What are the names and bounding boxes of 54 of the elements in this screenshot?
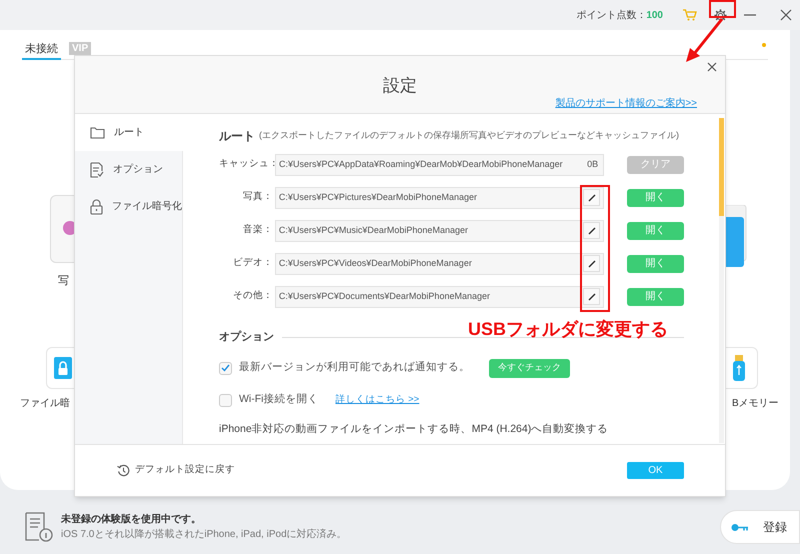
trial-notice: 未登録の体験版を使用中です。 (61, 512, 202, 527)
path-label: ビデオ： (232, 256, 273, 270)
pointer-arrow (684, 18, 726, 63)
path-field[interactable]: C:¥Users¥PC¥Pictures¥DearMobiPhoneManager (274, 186, 604, 208)
settings-icon[interactable] (713, 8, 728, 22)
points-label: ポイント点数： (576, 8, 646, 22)
annotation-text: USBフォルダに変更する (468, 318, 668, 341)
close-icon (707, 62, 717, 72)
section-heading: オプション (219, 330, 274, 345)
item-label: 写 (58, 274, 69, 289)
section-heading: ルート (219, 128, 255, 145)
path-label: キャッシュ： (219, 157, 273, 172)
history-icon (117, 464, 130, 477)
item-label: ファイル暗 (20, 396, 70, 411)
highlight-frame (709, 0, 736, 18)
pencil-icon (588, 226, 596, 234)
pencil-icon (588, 194, 596, 202)
item-label: Bメモリー (732, 397, 779, 411)
compatibility-note: iOS 7.0とそれ以降が搭載されたiPhone, iPad, iPodに対応済み。 (61, 528, 347, 542)
sidebar-item[interactable]: ファイル暗号化 (75, 188, 183, 225)
option-text: iPhone非対応の動画ファイルをインポートする時、MP4 (H.264)へ自動変換する (219, 422, 610, 436)
lock-icon (90, 198, 103, 214)
connection-tab[interactable]: 未接続 (22, 38, 61, 60)
sidebar-item[interactable]: オプション (75, 151, 183, 188)
path-field[interactable]: C:¥Users¥PC¥Documents¥DearMobiPhoneManager (274, 286, 604, 308)
document-info-icon (25, 512, 53, 542)
scrollbar-thumb[interactable] (719, 118, 724, 216)
cache-size: 0B (587, 158, 600, 171)
section-note: (エクスポートしたファイルのデフォルトの保存場所写真やビデオのプレビューなどキャッシュファイル) (259, 129, 679, 142)
checkbox[interactable] (219, 394, 232, 406)
path-label: 写真： (242, 190, 273, 204)
close-icon[interactable] (780, 9, 792, 21)
dialog-title: 設定 (382, 75, 418, 97)
document-icon (90, 162, 104, 178)
option-label: Wi-Fi接続を開く (239, 392, 318, 408)
register-button[interactable]: 登録 (720, 510, 800, 544)
option-label: 最新バージョンが利用可能であれば通知する。 (239, 360, 470, 376)
folder-icon (90, 126, 105, 139)
path-field[interactable]: C:¥Users¥PC¥Videos¥DearMobiPhoneManager (274, 252, 604, 274)
checkbox[interactable] (219, 362, 232, 374)
path-label: 音楽： (242, 223, 273, 238)
edit-button[interactable] (583, 189, 600, 206)
details-link[interactable]: 詳しくはこちら >> (336, 392, 420, 408)
path-field[interactable]: C:¥Users¥PC¥Music¥DearMobiPhoneManager (274, 220, 604, 242)
pencil-icon (588, 292, 596, 300)
close-button[interactable] (705, 60, 719, 74)
pencil-icon (588, 260, 596, 268)
restore-defaults-link[interactable]: デフォルト設定に戻す (117, 463, 235, 478)
edit-button[interactable] (583, 255, 600, 272)
edit-button[interactable] (583, 222, 600, 239)
key-icon (731, 522, 749, 532)
edit-button[interactable] (583, 288, 600, 305)
path-label: その他： (232, 289, 273, 304)
points-value: 100 (646, 8, 663, 22)
